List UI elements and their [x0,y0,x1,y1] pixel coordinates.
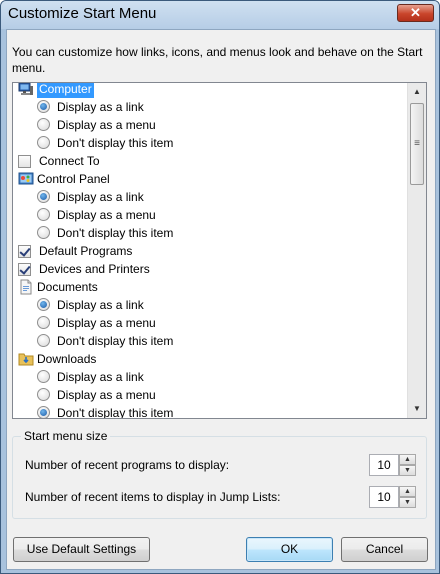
radio-unselected-icon[interactable] [37,118,50,131]
radio-selected-icon[interactable] [37,406,50,418]
window-title: Customize Start Menu [8,5,157,22]
documents-icon [18,279,34,295]
radio-label: Display as a link [57,298,144,312]
recent-items-input[interactable]: 10 [369,486,399,508]
customize-start-menu-dialog: Customize Start Menu ✕ You can customize… [0,0,440,574]
radio-unselected-icon[interactable] [37,226,50,239]
computer-icon [18,83,34,97]
radio-unselected-icon[interactable] [37,316,50,329]
description-text: You can customize how links, icons, and … [12,45,423,75]
checkbox-label: Default Programs [39,244,133,258]
control-panel-icon [18,171,34,187]
item-label: Downloads [37,352,97,366]
checkbox-unchecked-icon[interactable] [18,155,31,168]
radio-label: Display as a menu [57,316,156,330]
radio-label: Display as a link [57,100,144,114]
scroll-thumb[interactable]: ≡ [410,103,424,185]
close-icon: ✕ [410,5,421,20]
radio-label: Don't display this item [57,406,174,418]
ok-button[interactable]: OK [246,537,333,562]
spinner-up-icon[interactable]: ▲ [399,486,416,497]
options-listbox[interactable]: Computer Display as a link Display as a me… [12,82,427,419]
list-item[interactable]: Computer [13,83,407,98]
list-item[interactable]: Documents [13,278,407,296]
radio-label: Don't display this item [57,334,174,348]
radio-option[interactable]: Display as a link [13,98,407,116]
radio-option[interactable]: Don't display this item [13,224,407,242]
radio-label: Display as a link [57,190,144,204]
radio-option[interactable]: Display as a menu [13,386,407,404]
close-button[interactable]: ✕ [397,4,434,22]
radio-label: Don't display this item [57,226,174,240]
radio-option[interactable]: Display as a menu [13,314,407,332]
vertical-scrollbar[interactable]: ▲ ≡ ▼ [407,83,426,418]
radio-option[interactable]: Display as a link [13,368,407,386]
spinner-down-icon[interactable]: ▼ [399,497,416,508]
radio-unselected-icon[interactable] [37,388,50,401]
dialog-body: You can customize how links, icons, and … [6,29,436,570]
grip-icon: ≡ [414,138,420,149]
start-menu-size-group: Start menu size Number of recent program… [12,429,427,519]
recent-programs-label: Number of recent programs to display: [25,458,230,472]
checkbox-checked-icon[interactable] [18,263,31,276]
checkbox-option[interactable]: Connect To [13,152,407,170]
checkbox-label: Devices and Printers [39,262,150,276]
radio-selected-icon[interactable] [37,100,50,113]
radio-label: Display as a menu [57,208,156,222]
recent-programs-input[interactable]: 10 [369,454,399,476]
recent-programs-spinner: 10 ▲ ▼ [369,454,417,476]
radio-unselected-icon[interactable] [37,334,50,347]
checkbox-checked-icon[interactable] [18,245,31,258]
item-label: Control Panel [37,172,110,186]
title-bar[interactable]: Customize Start Menu ✕ [1,1,439,29]
list-item[interactable]: Downloads [13,350,407,368]
radio-label: Don't display this item [57,136,174,150]
radio-unselected-icon[interactable] [37,208,50,221]
group-title: Start menu size [21,429,111,443]
radio-option[interactable]: Display as a link [13,296,407,314]
radio-unselected-icon[interactable] [37,370,50,383]
radio-option[interactable]: Don't display this item [13,134,407,152]
item-label: Documents [37,280,98,294]
radio-label: Display as a menu [57,118,156,132]
checkbox-option[interactable]: Default Programs [13,242,407,260]
radio-label: Display as a menu [57,388,156,402]
radio-option[interactable]: Display as a menu [13,116,407,134]
scroll-down-arrow-icon[interactable]: ▼ [408,400,426,417]
radio-label: Display as a link [57,370,144,384]
use-default-settings-button[interactable]: Use Default Settings [13,537,150,562]
recent-items-spinner: 10 ▲ ▼ [369,486,417,508]
radio-option[interactable]: Display as a menu [13,206,407,224]
downloads-folder-icon [18,351,34,367]
radio-unselected-icon[interactable] [37,136,50,149]
scroll-up-arrow-icon[interactable]: ▲ [408,83,426,100]
options-list: Computer Display as a link Display as a me… [13,83,407,418]
checkbox-option[interactable]: Devices and Printers [13,260,407,278]
radio-option[interactable]: Display as a link [13,188,407,206]
item-label: Computer [37,83,94,98]
checkbox-label: Connect To [39,154,100,168]
recent-items-label: Number of recent items to display in Jum… [25,490,281,504]
radio-selected-icon[interactable] [37,298,50,311]
spinner-up-icon[interactable]: ▲ [399,454,416,465]
radio-option[interactable]: Don't display this item [13,404,407,418]
list-item[interactable]: Control Panel [13,170,407,188]
radio-selected-icon[interactable] [37,190,50,203]
cancel-button[interactable]: Cancel [341,537,428,562]
spinner-down-icon[interactable]: ▼ [399,465,416,476]
radio-option[interactable]: Don't display this item [13,332,407,350]
